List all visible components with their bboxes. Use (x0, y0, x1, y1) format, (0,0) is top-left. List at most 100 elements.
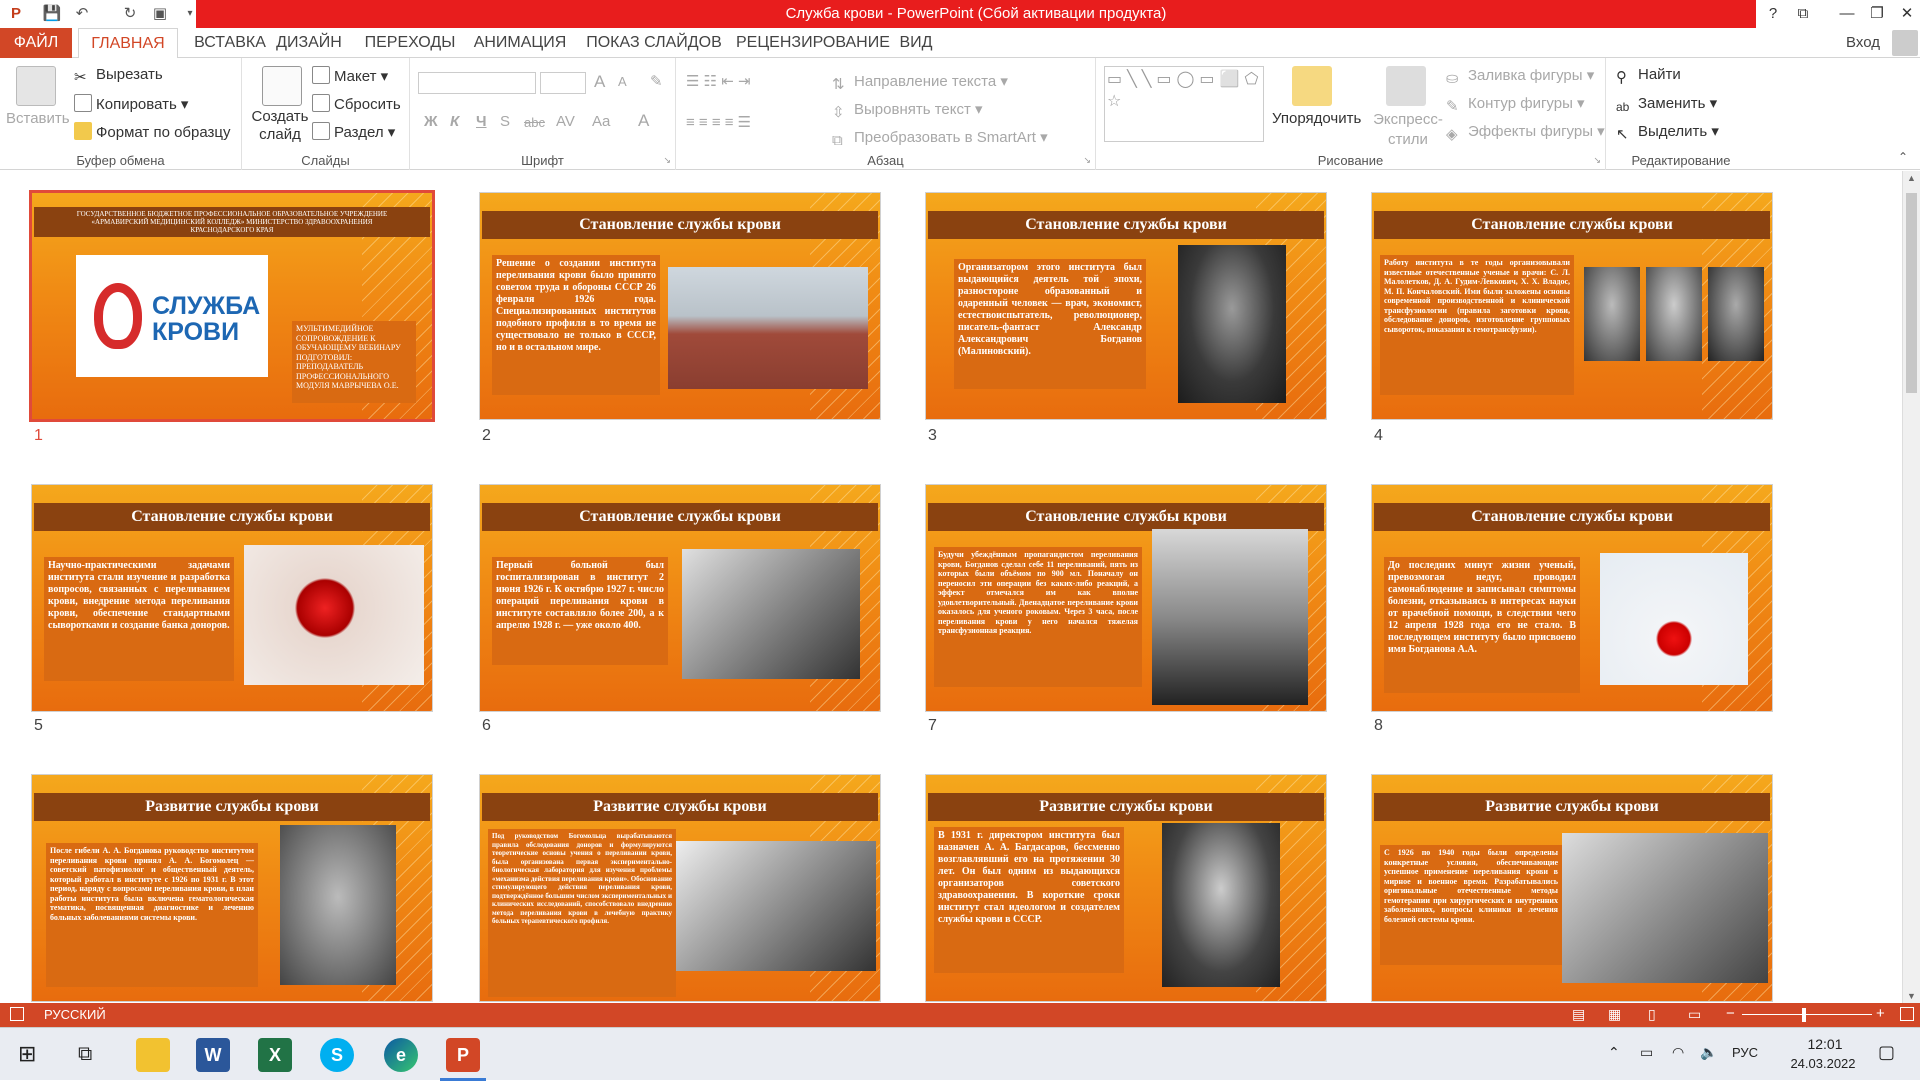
notifications-icon[interactable]: ▢ (1878, 1042, 1895, 1063)
dialog-launcher-icon[interactable]: ↘ (1083, 155, 1091, 166)
tab-review[interactable]: РЕЦЕНЗИРОВАНИЕ (736, 28, 890, 58)
text-direction-button[interactable]: ⇅ Направление текста ▾ (832, 72, 1008, 93)
word-icon[interactable]: W (196, 1038, 230, 1072)
explorer-icon[interactable] (136, 1038, 170, 1072)
slide-sorter-view-icon[interactable]: ▦ (1608, 1006, 1621, 1023)
close-icon[interactable]: ✕ (1892, 0, 1920, 28)
slide-thumbnail[interactable]: Становление службы крови Будучи убеждённ… (926, 485, 1326, 711)
slide-thumbnail[interactable]: Становление службы крови Решение о созда… (480, 193, 880, 419)
bold-button[interactable]: Ж (424, 113, 438, 130)
format-painter-button[interactable]: Формат по образцу (74, 122, 231, 141)
section-button[interactable]: Раздел ▾ (312, 122, 395, 141)
powerpoint-app-icon[interactable]: P (6, 4, 26, 24)
scroll-down-icon[interactable]: ▼ (1907, 991, 1916, 1001)
volume-icon[interactable]: 🔈 (1700, 1044, 1717, 1061)
strikethrough-button[interactable]: abc (524, 115, 545, 130)
restore-icon[interactable]: ❐ (1862, 0, 1892, 28)
slide-thumbnail[interactable]: Развитие службы крови В 1931 г. директор… (926, 775, 1326, 1001)
select-button[interactable]: ↖ Выделить ▾ (1616, 122, 1719, 143)
cut-button[interactable]: ✂ Вырезать (74, 66, 163, 86)
shrink-font-button[interactable]: A (618, 74, 627, 89)
slide-thumbnail[interactable]: Развитие службы крови После гибели А. А.… (32, 775, 432, 1001)
shapes-gallery[interactable]: ▭╲╲▭◯▭⬜⬠↳⌐▷◁▢⇦⇨⌒⌒∿{}☆ (1104, 66, 1264, 142)
scrollbar-thumb[interactable] (1906, 193, 1917, 393)
tab-design[interactable]: ДИЗАЙН (272, 28, 346, 58)
input-language[interactable]: РУС (1732, 1045, 1758, 1060)
dialog-launcher-icon[interactable]: ↘ (1593, 155, 1601, 166)
quick-styles-button[interactable]: Экспресс-стили (1368, 110, 1448, 150)
arrange-button[interactable]: Упорядочить (1272, 110, 1361, 127)
italic-button[interactable]: К (450, 113, 459, 130)
find-button[interactable]: ⚲ Найти (1616, 66, 1681, 86)
scroll-up-icon[interactable]: ▲ (1907, 173, 1916, 183)
windows-start-icon[interactable]: ⊞ (18, 1042, 42, 1066)
normal-view-icon[interactable]: ▤ (1572, 1006, 1585, 1023)
slideshow-view-icon[interactable]: ▭ (1688, 1006, 1701, 1023)
bullets-icon[interactable]: ☰ ☷ ⇤ ⇥ (686, 72, 751, 90)
tab-insert[interactable]: ВСТАВКА (180, 28, 280, 58)
shape-effects-button[interactable]: ◈ Эффекты фигуры ▾ (1446, 122, 1605, 143)
align-text-button[interactable]: ⇳ Выровнять текст ▾ (832, 100, 983, 121)
align-icons[interactable]: ≡ ≡ ≡ ≡ ☰ (686, 113, 751, 131)
tab-animations[interactable]: АНИМАЦИЯ (470, 28, 570, 58)
dialog-launcher-icon[interactable]: ↘ (663, 155, 671, 166)
save-icon[interactable]: 💾 (42, 4, 62, 24)
replace-button[interactable]: ab Заменить ▾ (1616, 94, 1717, 118)
edge-icon[interactable]: e (384, 1038, 418, 1072)
task-view-icon[interactable]: ⧉ (78, 1042, 102, 1066)
skype-icon[interactable]: S (320, 1038, 354, 1072)
spellcheck-icon[interactable] (10, 1007, 24, 1021)
help-button[interactable]: ? (1758, 0, 1788, 28)
slide-thumbnail[interactable]: Развитие службы крови С 1926 по 1940 год… (1372, 775, 1772, 1001)
slide-thumbnail[interactable]: ГОСУДАРСТВЕННОЕ БЮДЖЕТНОЕ ПРОФЕССИОНАЛЬН… (32, 193, 432, 419)
copy-button[interactable]: Копировать ▾ (74, 94, 188, 113)
char-spacing-button[interactable]: AV (556, 113, 575, 130)
grow-font-button[interactable]: A (594, 72, 605, 92)
shape-fill-button[interactable]: ⛀ Заливка фигуры ▾ (1446, 66, 1594, 87)
clock-date[interactable]: 24.03.2022 (1778, 1056, 1868, 1071)
clear-format-icon[interactable]: ✎ (650, 72, 663, 90)
slide-thumbnail[interactable]: Становление службы крови Первый больной … (480, 485, 880, 711)
user-avatar-icon[interactable] (1892, 30, 1918, 56)
shadow-button[interactable]: S (500, 113, 510, 130)
font-color-button[interactable]: A (638, 111, 649, 131)
tab-transitions[interactable]: ПЕРЕХОДЫ (360, 28, 460, 58)
arrange-icon[interactable] (1292, 66, 1332, 106)
undo-icon[interactable]: ↶ (72, 4, 92, 24)
new-slide-button[interactable]: Создать слайд (250, 108, 310, 144)
minimize-icon[interactable]: — (1832, 0, 1862, 28)
new-slide-icon[interactable] (262, 66, 302, 106)
underline-button[interactable]: Ч (476, 113, 487, 130)
clock-time[interactable]: 12:01 (1790, 1036, 1860, 1052)
smartart-button[interactable]: ⧉ Преобразовать в SmartArt ▾ (832, 128, 1048, 150)
slide-thumbnail[interactable]: Развитие службы крови Под руководством Б… (480, 775, 880, 1001)
powerpoint-icon[interactable]: P (446, 1038, 480, 1072)
fit-to-window-icon[interactable] (1900, 1007, 1914, 1021)
redo-icon[interactable]: ↻ (120, 4, 140, 24)
tab-file[interactable]: ФАЙЛ (0, 28, 72, 58)
quick-styles-icon[interactable] (1386, 66, 1426, 106)
slide-thumbnail[interactable]: Становление службы крови Работу институт… (1372, 193, 1772, 419)
font-size-input[interactable] (540, 72, 586, 94)
font-name-input[interactable] (418, 72, 536, 94)
zoom-out-icon[interactable]: − (1726, 1005, 1735, 1022)
slide-thumbnail[interactable]: Становление службы крови Научно-практиче… (32, 485, 432, 711)
paste-button[interactable]: Вставить (6, 110, 70, 127)
tray-chevron-icon[interactable]: ⌃ (1608, 1044, 1620, 1061)
tab-slideshow[interactable]: ПОКАЗ СЛАЙДОВ (584, 28, 724, 58)
slide-thumbnail[interactable]: Становление службы крови До последних ми… (1372, 485, 1772, 711)
layout-button[interactable]: Макет ▾ (312, 66, 388, 85)
shape-outline-button[interactable]: ✎ Контур фигуры ▾ (1446, 94, 1585, 115)
reading-view-icon[interactable]: ▯ (1648, 1006, 1656, 1023)
change-case-button[interactable]: Aa (592, 113, 610, 130)
sign-in-link[interactable]: Вход (1838, 28, 1888, 58)
vertical-scrollbar[interactable]: ▲ ▼ (1902, 171, 1920, 1003)
wifi-icon[interactable]: ◠ (1672, 1044, 1684, 1061)
zoom-slider-thumb[interactable] (1802, 1008, 1806, 1022)
battery-icon[interactable]: ▭ (1640, 1044, 1653, 1061)
reset-button[interactable]: Сбросить (312, 94, 401, 113)
language-indicator[interactable]: РУССКИЙ (44, 1007, 106, 1022)
start-slideshow-icon[interactable]: ▣ (150, 4, 170, 24)
tab-home[interactable]: ГЛАВНАЯ (78, 28, 178, 59)
excel-icon[interactable]: X (258, 1038, 292, 1072)
